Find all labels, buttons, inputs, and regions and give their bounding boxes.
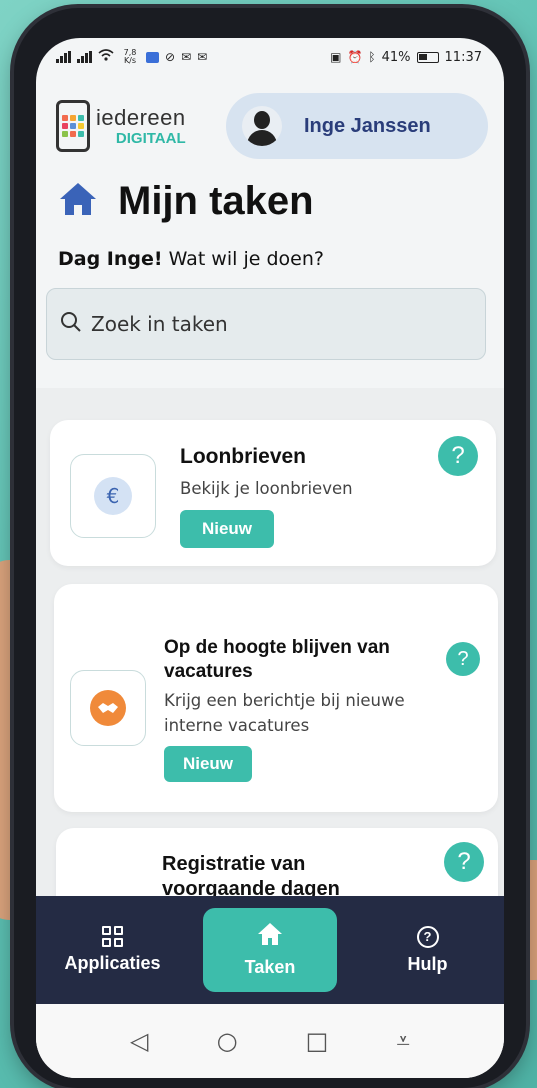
search-input[interactable]	[91, 312, 471, 336]
app-header: iedereen DIGITAAL Inge Janssen	[36, 76, 504, 162]
nav-hulp[interactable]: ? Hulp	[351, 908, 504, 992]
grid-icon	[102, 926, 123, 947]
task-card-loonbrieven[interactable]: € Loonbrieven Bekijk je loonbrieven Nieu…	[50, 420, 496, 566]
avatar	[242, 106, 282, 146]
status-right: ▣ ⏰ ᛒ 41% 11:37	[330, 50, 482, 65]
battery-icon	[416, 51, 439, 63]
clock: 11:37	[444, 49, 482, 65]
shield-icon	[146, 51, 159, 63]
help-button[interactable]: ?	[438, 436, 478, 476]
do-not-disturb-icon: ⊘	[165, 50, 176, 64]
phone-screen: 7,8 K/s ⊘ ✉ ✉ ▣ ⏰ ᛒ 41% 11:37 iedereen D…	[36, 38, 504, 1078]
nav-applicaties[interactable]: Applicaties	[36, 908, 189, 992]
nav-taken[interactable]: Taken	[203, 908, 337, 992]
notification-pull-icon[interactable]: ⩡	[396, 1027, 410, 1055]
nav-label: Applicaties	[64, 953, 161, 973]
home-icon	[257, 922, 283, 951]
phone-frame: 7,8 K/s ⊘ ✉ ✉ ▣ ⏰ ᛒ 41% 11:37 iedereen D…	[14, 8, 526, 1088]
alarm-icon: ⏰	[347, 50, 363, 64]
logo-phone-icon	[56, 100, 90, 152]
signal-icon	[56, 51, 71, 63]
greeting: Dag Inge! Wat wil je doen?	[36, 228, 504, 270]
handshake-icon	[90, 690, 126, 726]
recents-icon[interactable]: □	[306, 1027, 329, 1055]
help-button[interactable]: ?	[444, 842, 484, 882]
app-logo[interactable]: iedereen DIGITAAL	[56, 100, 186, 152]
greeting-name: Dag Inge!	[58, 248, 163, 270]
task-description: Krijg een berichtje bij nieuwe interne v…	[164, 691, 405, 735]
logo-line1: iedereen	[96, 104, 186, 130]
nav-label: Hulp	[407, 953, 448, 974]
task-list[interactable]: € Loonbrieven Bekijk je loonbrieven Nieu…	[36, 388, 504, 968]
new-badge: Nieuw	[180, 510, 274, 548]
page-title: Mijn taken	[118, 178, 314, 223]
status-bar: 7,8 K/s ⊘ ✉ ✉ ▣ ⏰ ᛒ 41% 11:37	[36, 38, 504, 76]
status-left: 7,8 K/s ⊘ ✉ ✉	[56, 49, 207, 65]
task-title: Op de hoogte blijven van vacatures	[164, 637, 390, 682]
euro-icon: €	[94, 477, 132, 515]
logo-line2: DIGITAAL	[115, 129, 186, 147]
bluetooth-icon: ᛒ	[368, 50, 376, 64]
signal-icon-2	[77, 51, 92, 63]
mail-icon-2: ✉	[197, 50, 208, 64]
system-navigation-bar: ◁ ○ □ ⩡	[36, 1004, 504, 1078]
task-title: Loonbrieven	[180, 445, 307, 468]
battery-percentage: 41%	[381, 49, 411, 65]
task-icon-box	[70, 670, 146, 746]
home-circle-icon[interactable]: ○	[217, 1027, 238, 1055]
task-icon-box: €	[70, 454, 156, 538]
wifi-icon	[98, 49, 114, 65]
task-description: Bekijk je loonbrieven	[180, 479, 353, 498]
user-name: Inge Janssen	[304, 114, 431, 137]
search-box[interactable]	[46, 288, 486, 360]
task-title: Registratie van voorgaande dagen	[162, 853, 340, 900]
back-icon[interactable]: ◁	[130, 1027, 148, 1055]
mail-icon: ✉	[181, 50, 192, 64]
user-profile-button[interactable]: Inge Janssen	[226, 93, 488, 159]
bottom-navigation: Applicaties Taken ? Hulp	[36, 896, 504, 1004]
nav-label: Taken	[244, 957, 296, 977]
greeting-question: Wat wil je doen?	[162, 248, 324, 270]
nfc-icon: ▣	[330, 50, 342, 64]
search-icon	[59, 310, 83, 338]
title-row: Mijn taken	[36, 162, 504, 228]
home-icon	[58, 181, 98, 221]
network-speed: 7,8 K/s	[123, 48, 137, 65]
logo-text: iedereen DIGITAAL	[96, 104, 186, 147]
help-button[interactable]: ?	[446, 642, 480, 676]
task-card-vacatures[interactable]: Op de hoogte blijven van vacatures Krijg…	[54, 584, 498, 812]
new-badge: Nieuw	[164, 746, 252, 782]
question-icon: ?	[416, 925, 439, 948]
